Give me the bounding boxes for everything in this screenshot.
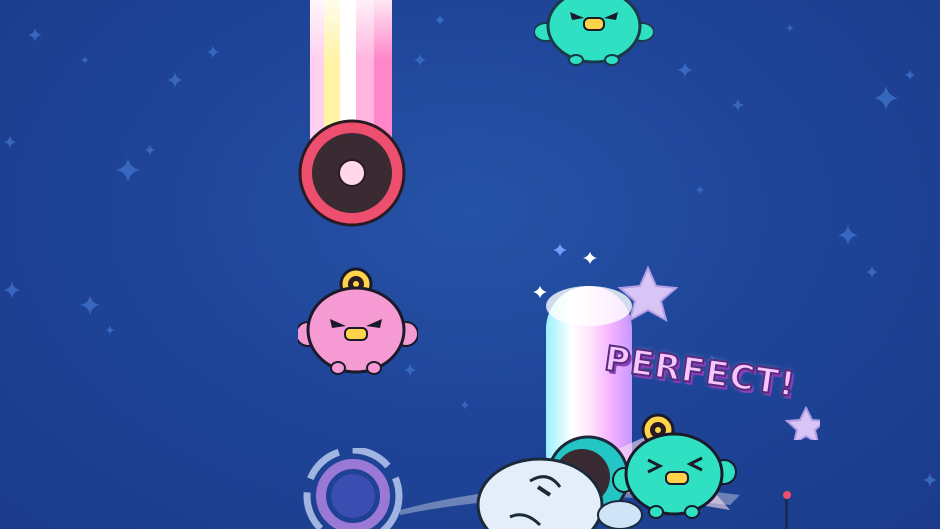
teal-bird-enemy — [534, 0, 654, 66]
lane-target-ring[interactable] — [298, 448, 408, 529]
note-target-ring — [298, 119, 406, 227]
game-stage[interactable]: PERFECT! — [0, 0, 940, 529]
pink-bird-enemy — [298, 267, 418, 375]
teal-bird-enemy-hit — [612, 413, 737, 519]
lane-marker — [783, 491, 791, 529]
